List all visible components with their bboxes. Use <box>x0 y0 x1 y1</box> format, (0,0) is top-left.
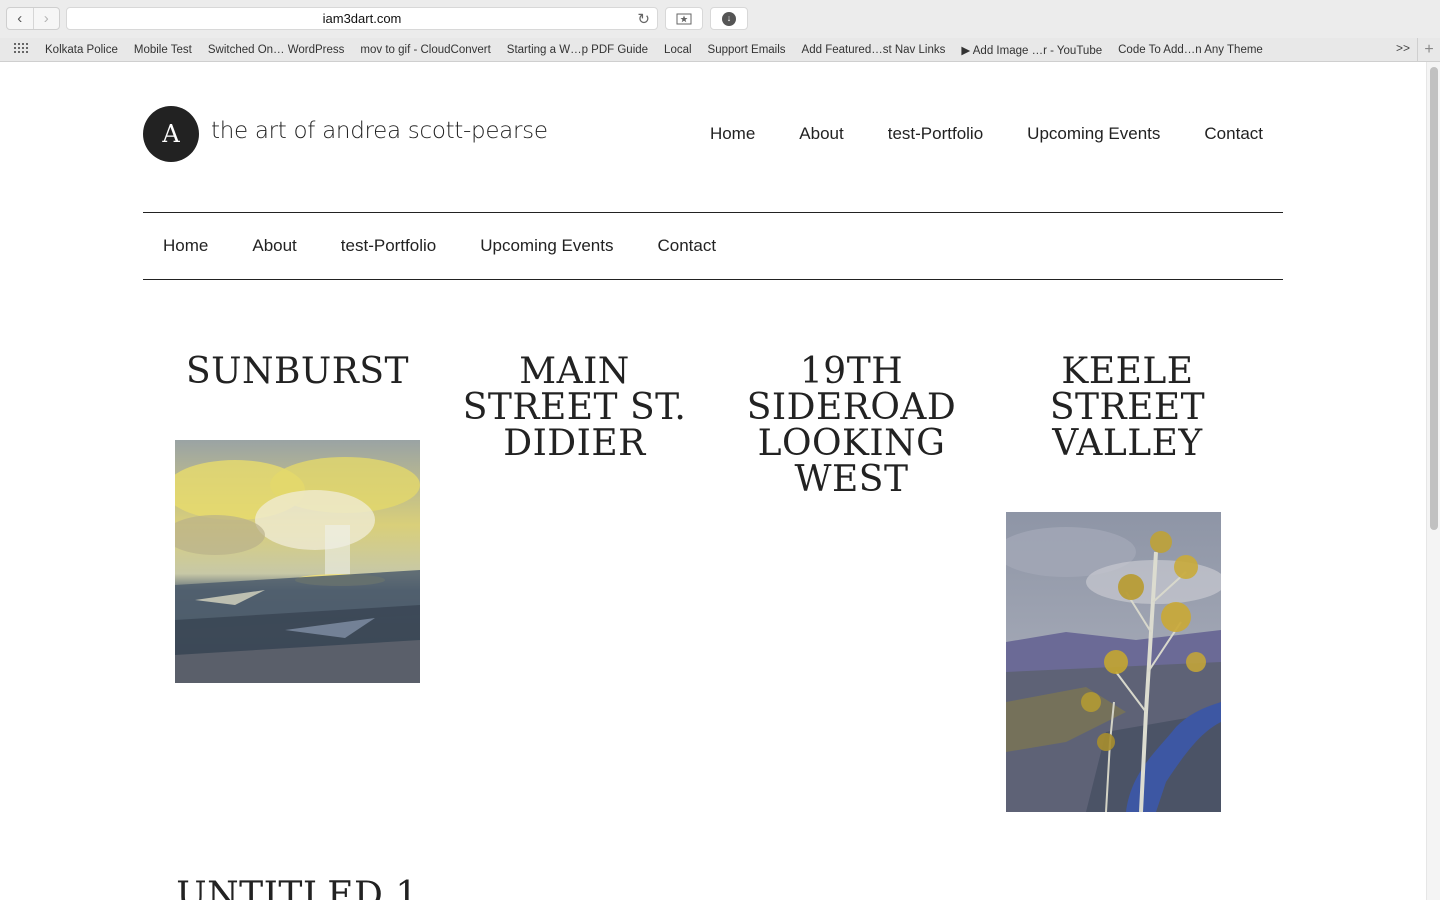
share-icon <box>676 13 692 24</box>
bookmark-item[interactable]: Add Featured…st Nav Links <box>794 44 954 56</box>
bookmark-item[interactable]: Starting a W…p PDF Guide <box>499 44 656 56</box>
logo-letter: A <box>162 120 180 148</box>
history-nav: ‹ › <box>6 7 60 30</box>
reload-icon[interactable]: ↻ <box>637 10 650 28</box>
bookmark-item[interactable]: Mobile Test <box>126 44 200 56</box>
nav-item-test-portfolio[interactable]: test-Portfolio <box>341 236 436 256</box>
bookmarks-overflow-button[interactable]: >> <box>1396 41 1410 55</box>
web-page: A the art of andrea scott-pearse Home Ab… <box>0 62 1426 900</box>
portfolio-title[interactable]: SUNBURST <box>160 354 435 390</box>
new-tab-button[interactable]: + <box>1417 38 1440 61</box>
url-text: iam3dart.com <box>322 11 402 26</box>
download-icon: ↓ <box>722 11 736 26</box>
nav-item-about[interactable]: About <box>252 236 296 256</box>
site-title[interactable]: the art of andrea scott-pearse <box>211 118 548 144</box>
page-scrollbar[interactable] <box>1426 62 1440 900</box>
nav-item-upcoming-events[interactable]: Upcoming Events <box>480 236 613 256</box>
bookmark-item[interactable]: Kolkata Police <box>37 44 126 56</box>
keele-street-valley-painting[interactable] <box>1006 512 1221 812</box>
bookmark-item[interactable]: Support Emails <box>700 44 794 56</box>
nav-item-contact[interactable]: Contact <box>1204 124 1263 144</box>
chevron-left-icon: ‹ <box>17 10 23 27</box>
portfolio-title[interactable]: KEELE STREET VALLEY <box>990 354 1265 462</box>
bookmark-item[interactable]: ▶ Add Image …r - YouTube <box>953 43 1110 57</box>
portfolio-title[interactable]: MAIN STREET ST. DIDIER <box>437 354 712 462</box>
browser-toolbar: ‹ › iam3dart.com ↻ ↓ <box>0 0 1440 38</box>
secondary-nav: Home About test-Portfolio Upcoming Event… <box>163 236 716 256</box>
downloads-button[interactable]: ↓ <box>710 7 748 30</box>
site-logo[interactable]: A <box>143 106 199 162</box>
nav-item-about[interactable]: About <box>799 124 843 144</box>
nav-item-contact[interactable]: Contact <box>657 236 716 256</box>
bookmarks-bar: Kolkata Police Mobile Test Switched On… … <box>0 38 1440 62</box>
bookmark-item[interactable]: Local <box>656 44 700 56</box>
apps-grid-icon[interactable] <box>14 43 30 56</box>
bookmark-item[interactable]: mov to gif - CloudConvert <box>352 44 498 56</box>
divider <box>143 279 1283 280</box>
bookmark-item[interactable]: Switched On… WordPress <box>200 44 353 56</box>
scrollbar-thumb[interactable] <box>1430 67 1438 530</box>
nav-item-home[interactable]: Home <box>710 124 755 144</box>
nav-item-test-portfolio[interactable]: test-Portfolio <box>888 124 983 144</box>
divider <box>143 212 1283 213</box>
portfolio-title[interactable]: UNTITLED 1 <box>160 878 435 900</box>
chevron-right-icon: › <box>43 10 49 27</box>
bookmark-list: Kolkata Police Mobile Test Switched On… … <box>37 38 1271 61</box>
share-button[interactable] <box>665 7 703 30</box>
bookmark-item[interactable]: Code To Add…n Any Theme <box>1110 44 1271 56</box>
nav-item-upcoming-events[interactable]: Upcoming Events <box>1027 124 1160 144</box>
primary-nav: Home About test-Portfolio Upcoming Event… <box>710 124 1263 144</box>
forward-button[interactable]: › <box>32 8 60 29</box>
portfolio-title[interactable]: 19TH SIDEROAD LOOKING WEST <box>714 354 989 498</box>
nav-item-home[interactable]: Home <box>163 236 208 256</box>
back-button[interactable]: ‹ <box>7 8 33 29</box>
sunburst-painting[interactable] <box>175 440 420 683</box>
address-bar[interactable]: iam3dart.com ↻ <box>66 7 658 30</box>
plus-icon: + <box>1424 40 1434 58</box>
